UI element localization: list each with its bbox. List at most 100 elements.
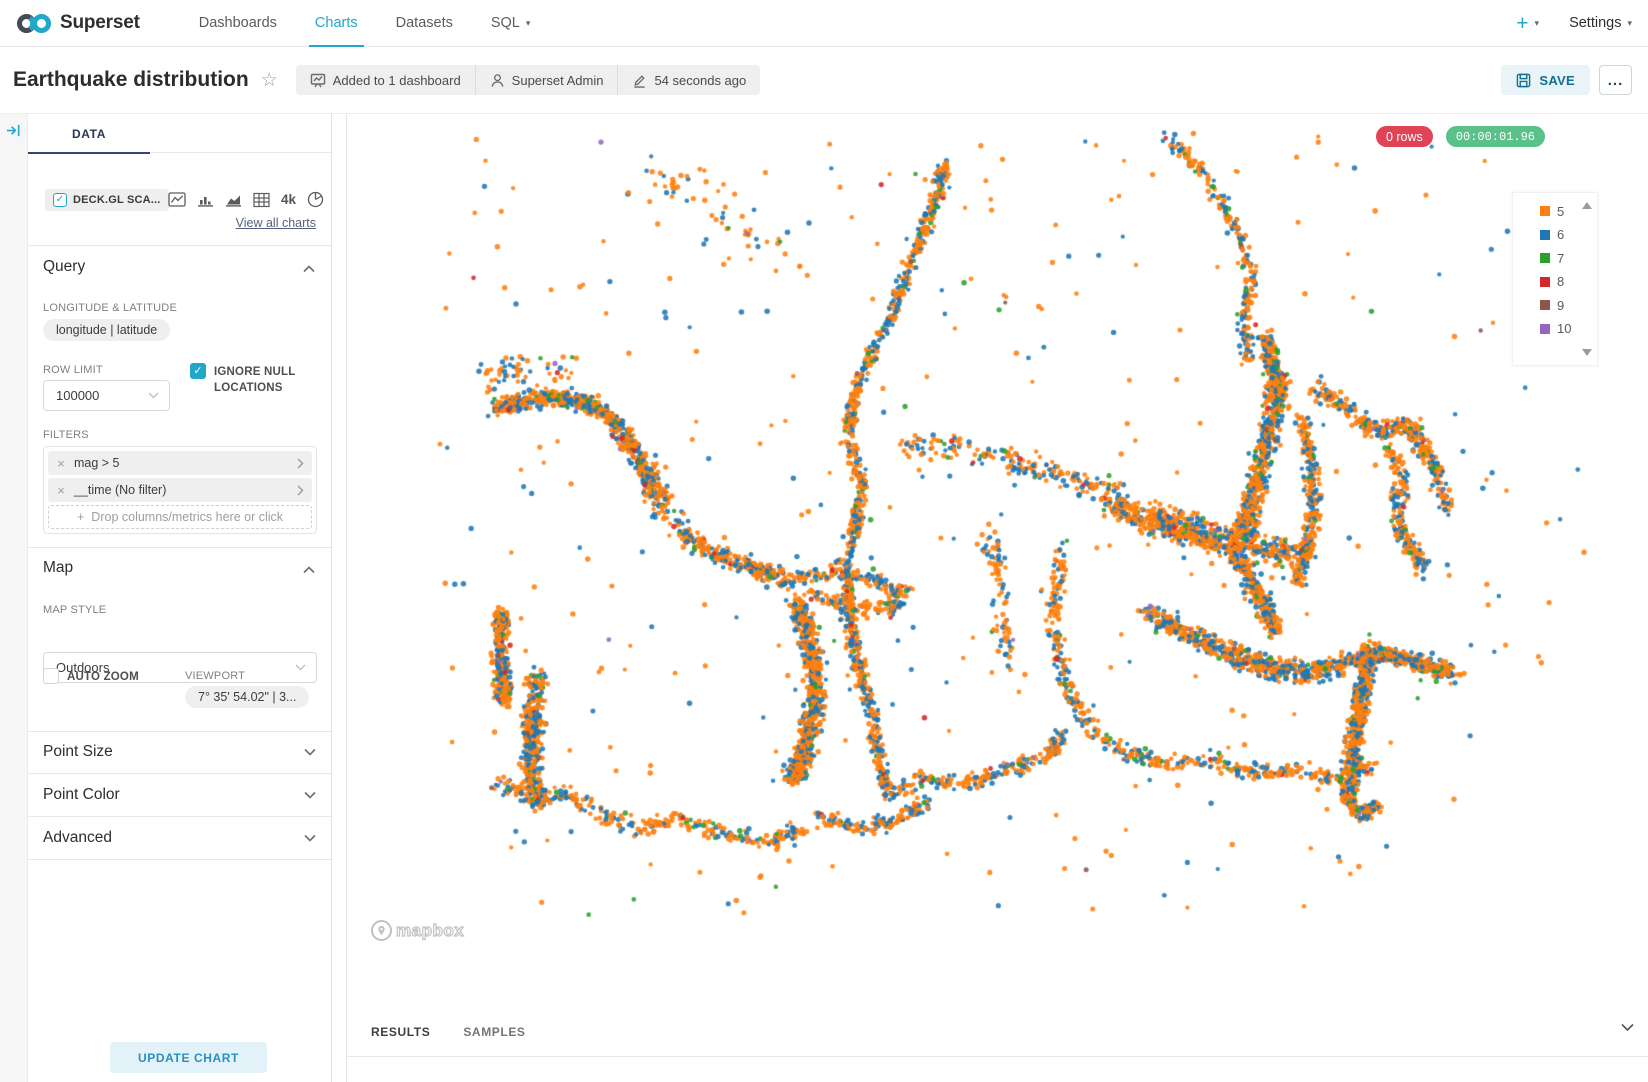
dashboard-icon [310, 72, 326, 88]
save-floppy-icon [1516, 73, 1531, 88]
plus-icon: + [77, 510, 84, 524]
map-style-label: MAP STYLE [43, 604, 106, 616]
tab-data[interactable]: DATA [28, 114, 150, 153]
divider [28, 547, 331, 548]
remove-filter-x-icon[interactable]: × [48, 456, 74, 471]
legend-swatch [1540, 206, 1550, 216]
chart-container: 0 rows 00:00:01.96 5678910 mapbox RESULT… [346, 114, 1648, 1082]
legend-item: 7 [1540, 251, 1597, 265]
brand-name: Superset [60, 12, 140, 34]
legend-label: 10 [1557, 321, 1571, 336]
auto-zoom-checkbox[interactable] [43, 668, 59, 684]
lonlat-value-pill[interactable]: longitude | latitude [43, 319, 170, 341]
filter-chip-mag[interactable]: × mag > 5 [48, 451, 312, 475]
map-collapse-chevron-up-icon[interactable] [303, 566, 315, 574]
edit-pencil-icon [632, 73, 647, 88]
favorite-star-icon[interactable]: ☆ [261, 69, 278, 92]
legend-item: 6 [1540, 228, 1597, 242]
filters-box: × mag > 5 × __time (No filter) + Drop co… [43, 446, 317, 534]
superset-logo-icon [16, 12, 52, 35]
legend-label: 9 [1557, 298, 1564, 313]
ignore-null-label: IGNORE NULL LOCATIONS [214, 364, 320, 396]
tab-samples[interactable]: SAMPLES [463, 1025, 525, 1039]
nav-item-dashboards[interactable]: Dashboards [180, 0, 296, 47]
section-advanced[interactable]: Advanced [28, 817, 331, 860]
meta-dashboards[interactable]: Added to 1 dashboard [296, 65, 475, 95]
update-chart-button[interactable]: UPDATE CHART [110, 1042, 267, 1073]
mapbox-pin-icon [371, 920, 392, 941]
legend-scroll-up-icon[interactable] [1582, 202, 1592, 209]
legend-scroll-down-icon[interactable] [1582, 349, 1592, 356]
dataset-rail [0, 114, 28, 1082]
nav-item-datasets[interactable]: Datasets [377, 0, 472, 47]
viz-4k-label[interactable]: 4k [281, 192, 296, 207]
viz-type-icons: 4k [168, 191, 324, 208]
row-count-badge: 0 rows [1376, 126, 1433, 147]
tab-results[interactable]: RESULTS [371, 1025, 430, 1039]
panel-tabbar: DATA [28, 114, 331, 153]
results-collapse-chevron-icon[interactable] [1621, 1023, 1634, 1032]
legend-swatch [1540, 230, 1550, 240]
mapbox-attribution[interactable]: mapbox [371, 920, 464, 941]
superset-brand[interactable]: Superset [16, 12, 140, 35]
row-limit-select[interactable]: 100000 [43, 380, 170, 411]
filters-drop-zone[interactable]: + Drop columns/metrics here or click [48, 505, 312, 529]
user-icon [490, 73, 505, 88]
query-timer-badge: 00:00:01.96 [1446, 126, 1545, 147]
auto-zoom-label: AUTO ZOOM [67, 671, 139, 683]
caret-down-icon: ▾ [1627, 18, 1632, 29]
chart-meta-group: Added to 1 dashboard Superset Admin 54 s… [296, 65, 761, 95]
collapse-panel-arrow-icon[interactable] [6, 123, 21, 138]
meta-owner[interactable]: Superset Admin [475, 65, 618, 95]
save-button[interactable]: SAVE [1501, 65, 1590, 95]
legend-swatch [1540, 300, 1550, 310]
pie-chart-icon[interactable] [307, 191, 324, 208]
meta-last-modified[interactable]: 54 seconds ago [617, 65, 760, 95]
results-panel-header: RESULTS SAMPLES [347, 1008, 1648, 1057]
page-header: Earthquake distribution ☆ Added to 1 das… [0, 47, 1648, 114]
dataset-label: DECK.GL SCA... [73, 194, 161, 206]
settings-menu[interactable]: Settings ▾ [1569, 15, 1632, 31]
viewport-value-pill[interactable]: 7° 35' 54.02" | 3... [185, 686, 309, 708]
more-actions-button[interactable]: ... [1599, 65, 1632, 95]
dataset-chip[interactable]: ✓ DECK.GL SCA... [45, 189, 169, 211]
legend-swatch [1540, 253, 1550, 263]
table-icon[interactable] [253, 192, 270, 208]
top-nav: Superset Dashboards Charts Datasets SQL … [0, 0, 1648, 47]
filter-chip-time[interactable]: × __time (No filter) [48, 478, 312, 502]
legend-item: 8 [1540, 275, 1597, 289]
page-title: Earthquake distribution [13, 68, 249, 92]
chevron-right-icon[interactable] [288, 485, 312, 496]
lonlat-label: LONGITUDE & LATITUDE [43, 302, 177, 314]
viz-selected-checkbox-icon: ✓ [53, 193, 67, 207]
map-canvas[interactable] [348, 115, 1648, 1009]
chevron-right-icon[interactable] [288, 458, 312, 469]
remove-filter-x-icon[interactable]: × [48, 483, 74, 498]
legend-label: 7 [1557, 251, 1564, 266]
nav-items: Dashboards Charts Datasets SQL ▾ [180, 0, 550, 47]
bar-chart-icon[interactable] [197, 192, 214, 208]
section-point-color[interactable]: Point Color [28, 774, 331, 817]
new-item-button[interactable]: + ▾ [1516, 13, 1539, 34]
ignore-null-checkbox[interactable]: ✓ [190, 363, 206, 379]
legend-swatch [1540, 324, 1550, 334]
area-chart-icon[interactable] [225, 192, 242, 208]
map-legend: 5678910 [1512, 192, 1598, 366]
query-status-badges: 0 rows 00:00:01.96 [1376, 126, 1545, 147]
viewport-label: VIEWPORT [185, 670, 245, 682]
legend-swatch [1540, 277, 1550, 287]
caret-down-icon: ▾ [1535, 18, 1540, 29]
nav-item-charts[interactable]: Charts [296, 0, 377, 47]
legend-item: 9 [1540, 298, 1597, 312]
query-collapse-chevron-up-icon[interactable] [303, 265, 315, 273]
view-all-charts-link[interactable]: View all charts [236, 214, 316, 232]
chevron-down-icon [304, 791, 316, 799]
line-chart-icon[interactable] [168, 192, 186, 208]
nav-item-sql[interactable]: SQL ▾ [472, 0, 550, 47]
section-point-size[interactable]: Point Size [28, 731, 331, 774]
map-section-title: Map [43, 559, 73, 577]
filters-label: FILTERS [43, 429, 89, 441]
query-section-title: Query [43, 258, 85, 276]
row-limit-label: ROW LIMIT [43, 364, 103, 376]
chevron-down-icon [304, 834, 316, 842]
